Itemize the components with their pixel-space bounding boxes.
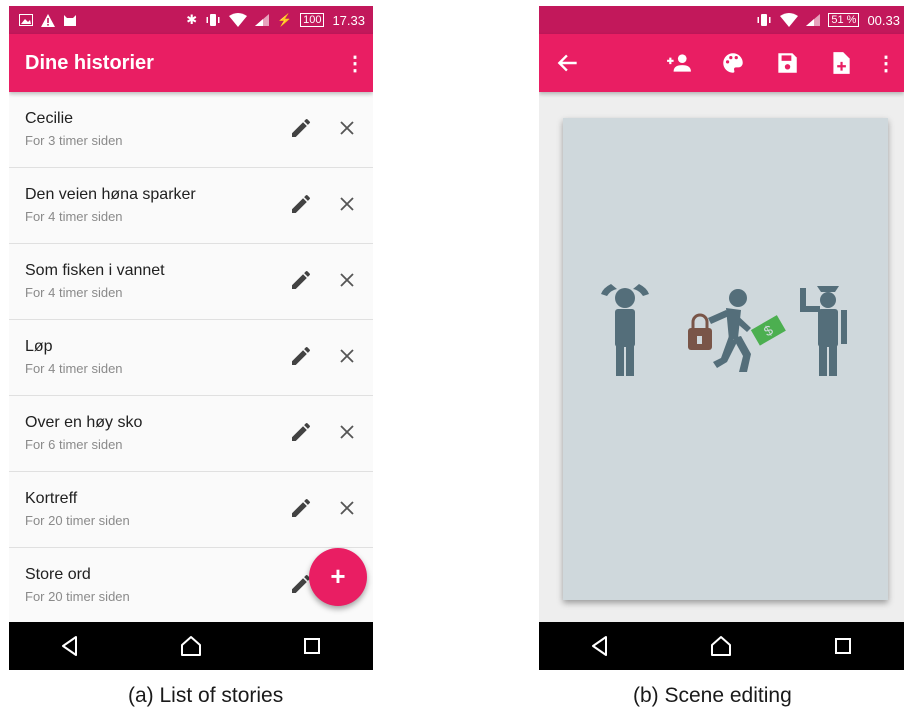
story-timestamp: For 6 timer siden xyxy=(25,437,123,452)
app-bar: ⋮ xyxy=(539,34,904,92)
scene-editing-screen: 51 % 00.33 ⋮ $ xyxy=(539,6,904,670)
warning-icon xyxy=(41,13,55,27)
home-nav-icon[interactable] xyxy=(178,633,204,659)
recents-nav-icon[interactable] xyxy=(830,633,856,659)
overflow-menu-icon[interactable]: ⋮ xyxy=(872,51,900,76)
recents-nav-icon[interactable] xyxy=(299,633,325,659)
image-notification-icon xyxy=(19,14,33,26)
delete-x-icon[interactable] xyxy=(335,268,359,292)
delete-x-icon[interactable] xyxy=(335,420,359,444)
clock: 00.33 xyxy=(867,12,900,28)
add-person-icon[interactable] xyxy=(666,50,692,76)
delete-x-icon[interactable] xyxy=(335,496,359,520)
delete-x-icon[interactable] xyxy=(335,192,359,216)
story-timestamp: For 4 timer siden xyxy=(25,285,123,300)
battery-level: 51 % xyxy=(828,13,860,27)
charging-icon: ⚡ xyxy=(277,13,293,27)
story-title: Kortreff xyxy=(25,490,78,507)
story-item[interactable]: Over en høy sko For 6 timer siden xyxy=(9,396,373,472)
wifi-icon xyxy=(780,13,799,27)
back-arrow-icon[interactable] xyxy=(555,50,581,76)
thief-figure[interactable]: $ xyxy=(688,289,786,372)
palette-icon[interactable] xyxy=(720,50,746,76)
vibrate-icon xyxy=(757,14,771,26)
story-title: Store ord xyxy=(25,566,91,583)
story-item[interactable]: Den veien høna sparker For 4 timer siden xyxy=(9,168,373,244)
story-title: Som fisken i vannet xyxy=(25,262,165,279)
story-timestamp: For 4 timer siden xyxy=(25,209,123,224)
story-timestamp: For 3 timer siden xyxy=(25,133,123,148)
edit-pencil-icon[interactable] xyxy=(289,116,313,140)
story-timestamp: For 20 timer siden xyxy=(25,513,130,528)
story-title: Cecilie xyxy=(25,110,74,127)
overflow-menu-icon[interactable]: ⋮ xyxy=(341,51,369,76)
signal-icon xyxy=(255,14,270,26)
police-officer-figure[interactable] xyxy=(800,286,847,376)
vibrate-icon xyxy=(206,14,220,26)
distressed-person-figure[interactable] xyxy=(601,284,649,376)
home-nav-icon[interactable] xyxy=(708,633,734,659)
battery-level: 100 xyxy=(300,13,325,27)
edit-pencil-icon[interactable] xyxy=(289,192,313,216)
caption-a: (a) List of stories xyxy=(128,684,284,707)
status-bar: 51 % 00.33 xyxy=(539,6,904,34)
delete-x-icon[interactable] xyxy=(335,344,359,368)
story-item[interactable]: Kortreff For 20 timer siden xyxy=(9,472,373,548)
app-bar: Dine historier ⋮ xyxy=(9,34,373,92)
edit-pencil-icon[interactable] xyxy=(289,496,313,520)
delete-x-icon[interactable] xyxy=(335,116,359,140)
story-title: Den veien høna sparker xyxy=(25,186,196,203)
story-item[interactable]: Cecilie For 3 timer siden xyxy=(9,92,373,168)
save-icon[interactable] xyxy=(774,50,800,76)
system-nav-bar xyxy=(9,622,373,670)
story-list-screen: ✱ ⚡ 100 17.33 Dine historier ⋮ Cecilie F… xyxy=(9,6,373,670)
scene-canvas[interactable]: $ xyxy=(563,118,888,600)
back-nav-icon[interactable] xyxy=(57,633,83,659)
clock: 17.33 xyxy=(332,12,365,28)
story-title: Løp xyxy=(25,338,53,355)
story-title: Over en høy sko xyxy=(25,414,143,431)
page-title: Dine historier xyxy=(25,51,154,74)
story-timestamp: For 20 timer siden xyxy=(25,589,130,604)
caption-b: (b) Scene editing xyxy=(633,684,792,707)
story-timestamp: For 4 timer siden xyxy=(25,361,123,376)
back-nav-icon[interactable] xyxy=(587,633,613,659)
edit-pencil-icon[interactable] xyxy=(289,344,313,368)
cat-icon xyxy=(64,14,76,26)
wifi-icon xyxy=(229,13,248,27)
system-nav-bar xyxy=(539,622,904,670)
add-story-button[interactable]: + xyxy=(309,548,367,606)
edit-pencil-icon[interactable] xyxy=(289,268,313,292)
story-list: Cecilie For 3 timer siden Den veien høna… xyxy=(9,92,373,624)
story-item[interactable]: Løp For 4 timer siden xyxy=(9,320,373,396)
scene-illustration: $ xyxy=(601,284,847,376)
edit-pencil-icon[interactable] xyxy=(289,420,313,444)
new-file-icon[interactable] xyxy=(828,50,854,76)
signal-icon xyxy=(806,14,821,26)
status-bar: ✱ ⚡ 100 17.33 xyxy=(9,6,373,34)
story-item[interactable]: Som fisken i vannet For 4 timer siden xyxy=(9,244,373,320)
bluetooth-icon: ✱ xyxy=(186,12,198,27)
